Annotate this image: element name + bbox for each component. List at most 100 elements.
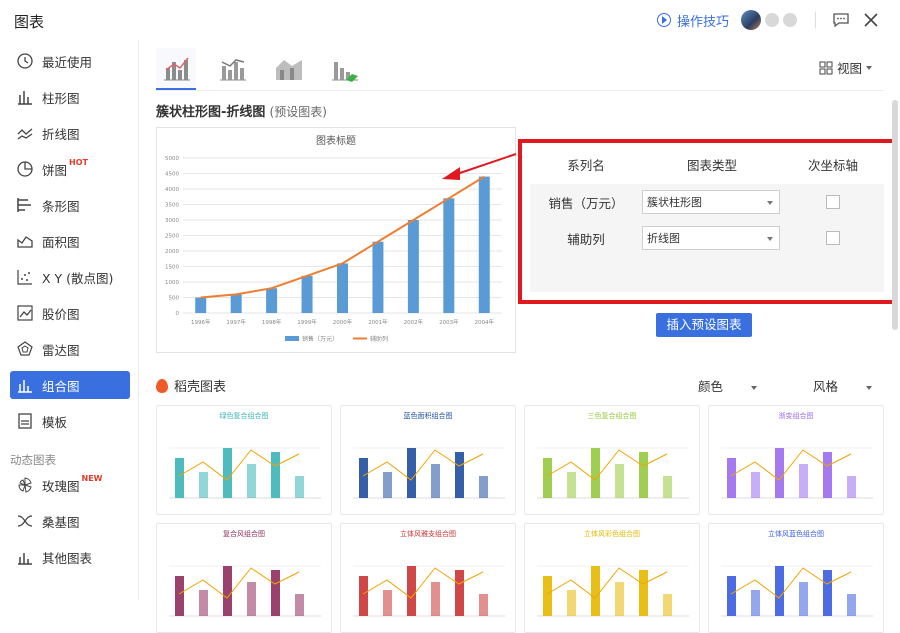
x-tick-label: 2002年 <box>404 318 424 326</box>
sidebar-item-pie[interactable]: 饼图 HOT <box>10 155 130 183</box>
thumbnail-chart <box>353 565 505 617</box>
style-filter[interactable]: 风格 <box>785 376 872 395</box>
template-thumbnail[interactable]: 三色复合组合图 <box>524 405 700 515</box>
coin-badge-icon <box>783 13 797 27</box>
chart-type-select[interactable]: 簇状柱形图 <box>642 190 780 214</box>
sidebar-item-label: 条形图 <box>42 198 80 214</box>
divider <box>156 90 884 91</box>
sidebar-item-area[interactable]: 面积图 <box>10 227 130 255</box>
sidebar-item-radar[interactable]: 雷达图 <box>10 335 130 363</box>
sidebar-item-template[interactable]: 模板 <box>10 407 130 435</box>
sidebar-item-label: 饼图 <box>42 162 68 178</box>
x-tick-label: 2003年 <box>439 318 459 326</box>
tab-custom-combo[interactable] <box>324 48 364 88</box>
column-chart-icon <box>16 88 34 106</box>
feedback-button[interactable] <box>832 11 850 29</box>
sidebar-item-label: 股价图 <box>42 306 80 322</box>
config-header: 系列名 图表类型 次坐标轴 <box>530 149 884 183</box>
y-tick-label: 500 <box>169 296 180 302</box>
thumbnail-chart <box>169 447 321 499</box>
sidebar-item-line[interactable]: 折线图 <box>10 119 130 147</box>
area-column-icon <box>276 60 302 80</box>
clock-icon <box>16 52 34 70</box>
radar-chart-icon <box>16 340 34 358</box>
config-row: 辅助列 折线图 <box>530 220 884 256</box>
close-button[interactable] <box>862 11 880 29</box>
other-chart-icon <box>16 548 34 566</box>
series-name: 辅助列 <box>567 231 605 247</box>
sidebar-item-combo[interactable]: 组合图 <box>10 371 130 399</box>
sidebar-item-label: 面积图 <box>42 234 80 250</box>
sidebar-item-column[interactable]: 柱形图 <box>10 83 130 111</box>
color-filter-label: 颜色 <box>697 379 723 394</box>
tips-link[interactable]: 操作技巧 <box>656 11 729 30</box>
bar <box>230 294 242 313</box>
column-line-secondary-icon <box>220 59 246 81</box>
insert-preset-chart-button[interactable]: 插入预设图表 <box>656 313 752 337</box>
template-thumbnail[interactable]: 立体风蓝色组合图 <box>708 523 884 633</box>
chart-type-name: 簇状柱形图-折线图 <box>156 105 266 120</box>
template-thumbnail[interactable]: 蓝色面积组合图 <box>340 405 516 515</box>
rose-chart-icon <box>16 476 34 494</box>
title-bar-actions: 操作技巧 <box>656 8 900 32</box>
config-row: 销售（万元） 簇状柱形图 <box>530 184 884 220</box>
y-tick-label: 1000 <box>165 280 179 286</box>
view-label: 视图 <box>836 61 862 76</box>
template-thumbnail[interactable]: 渐变组合图 <box>708 405 884 515</box>
y-tick-label: 4500 <box>165 172 179 178</box>
pie-chart-icon <box>16 160 34 178</box>
chart-preview: 图表标题 0 500 1000 1500 2000 2500 3000 3500 4000 4500… <box>156 127 516 353</box>
avatar[interactable] <box>741 10 761 30</box>
view-dropdown[interactable]: 视图 <box>819 58 872 77</box>
section-title: 稻壳图表 <box>156 376 226 395</box>
thumbnail-chart <box>537 565 689 617</box>
template-thumbnail[interactable]: 复合风组合图 <box>156 523 332 633</box>
bar <box>301 275 313 313</box>
sidebar-item-sankey[interactable]: 桑基图 <box>10 507 130 535</box>
new-badge: NEW <box>81 473 103 483</box>
sidebar-item-recent[interactable]: 最近使用 <box>10 47 130 75</box>
sidebar: 最近使用 柱形图 折线图 饼图 HOT 条形图 面积图 X Y (散点图) 股价… <box>0 40 139 600</box>
sidebar-item-label: 玫瑰图 <box>42 478 80 494</box>
chart-subtype-tabs <box>156 48 380 90</box>
sidebar-item-label: 雷达图 <box>42 342 80 358</box>
template-thumbnail[interactable]: 立体风彩色组合图 <box>524 523 700 633</box>
tab-stacked-area-column[interactable] <box>268 48 308 88</box>
dynamic-charts-group-label: 动态图表 <box>10 453 56 467</box>
combo-chart-icon <box>16 376 34 394</box>
main-panel: 视图 簇状柱形图-折线图 (预设图表) 图表标题 0 500 1000 1500 2000… <box>140 40 900 633</box>
chart-type-title: 簇状柱形图-折线图 (预设图表) <box>156 101 327 120</box>
sidebar-item-label: 折线图 <box>42 126 80 142</box>
tab-column-line-secondary[interactable] <box>212 48 252 88</box>
template-thumbnail[interactable]: 绿色复合组合图 <box>156 405 332 515</box>
caret-down-icon <box>866 385 872 390</box>
tab-clustered-column-line[interactable] <box>156 48 196 90</box>
header-chart-type: 图表类型 <box>686 158 737 173</box>
secondary-axis-checkbox[interactable] <box>826 231 840 245</box>
bar-chart-icon <box>16 196 34 214</box>
y-tick-label: 4000 <box>165 187 179 193</box>
x-tick-label: 1999年 <box>297 318 317 326</box>
sidebar-item-label: 其他图表 <box>42 550 93 566</box>
bar <box>443 198 455 313</box>
template-thumbnail[interactable]: 立体风雅支组合图 <box>340 523 516 633</box>
sidebar-item-scatter[interactable]: X Y (散点图) <box>10 263 130 291</box>
sidebar-item-stock[interactable]: 股价图 <box>10 299 130 327</box>
hot-badge: HOT <box>69 157 88 167</box>
chart-title: 图表标题 <box>316 134 356 147</box>
app-title: 图表 <box>14 13 45 31</box>
thumbnail-chart <box>169 565 321 617</box>
scrollbar[interactable] <box>892 100 898 330</box>
legend-swatch <box>285 336 299 341</box>
color-filter[interactable]: 颜色 <box>670 376 757 395</box>
sidebar-item-other[interactable]: 其他图表 <box>10 543 130 571</box>
section-title-label: 稻壳图表 <box>174 380 227 395</box>
secondary-axis-checkbox[interactable] <box>826 195 840 209</box>
sidebar-item-label: X Y (散点图) <box>42 270 114 286</box>
sidebar-item-bar[interactable]: 条形图 <box>10 191 130 219</box>
sidebar-item-label: 桑基图 <box>42 514 80 530</box>
chart-type-select[interactable]: 折线图 <box>642 226 780 250</box>
series-name: 销售（万元） <box>548 195 624 211</box>
sidebar-item-label: 模板 <box>42 414 68 430</box>
sidebar-item-rose[interactable]: 玫瑰图 NEW <box>10 471 130 499</box>
